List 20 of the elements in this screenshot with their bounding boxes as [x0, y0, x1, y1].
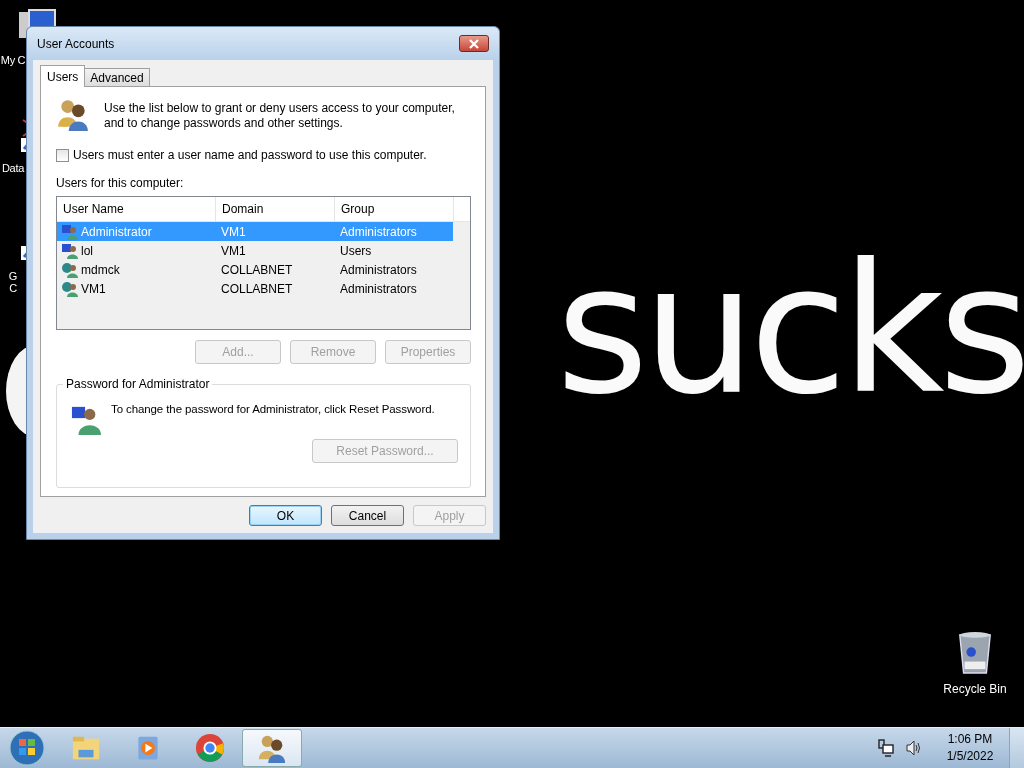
table-cell-text: Administrator	[80, 224, 153, 239]
table-cell-text: lol	[80, 243, 94, 258]
clock-date: 1/5/2022	[946, 748, 994, 765]
table-cell-text: Users	[339, 243, 373, 258]
table-cell-text: COLLABNET	[220, 262, 294, 277]
window-title: User Accounts	[37, 36, 115, 51]
table-cell-text: Administrators	[339, 224, 418, 239]
intro-text: Use the list below to grant or deny users access to your computer, and to change passwords and other settings.	[104, 100, 456, 131]
list-label: Users for this computer:	[56, 176, 185, 190]
clock-time: 1:06 PM	[947, 731, 993, 748]
table-cell-text: VM1	[80, 281, 107, 296]
table-cell-text: VM1	[220, 224, 247, 239]
table-cell-text: VM1	[220, 243, 247, 258]
group-title: Password for Administrator	[63, 377, 213, 391]
table-cell-text: mdmck	[80, 262, 121, 277]
table-cell-text: COLLABNET	[220, 281, 294, 296]
table-cell-text: Administrators	[339, 281, 418, 296]
table-cell-text: Administrators	[339, 262, 418, 277]
wallpaper-text: sucks	[556, 232, 1024, 428]
password-text: To change the password for Administrator, click Reset Password.	[111, 402, 435, 415]
